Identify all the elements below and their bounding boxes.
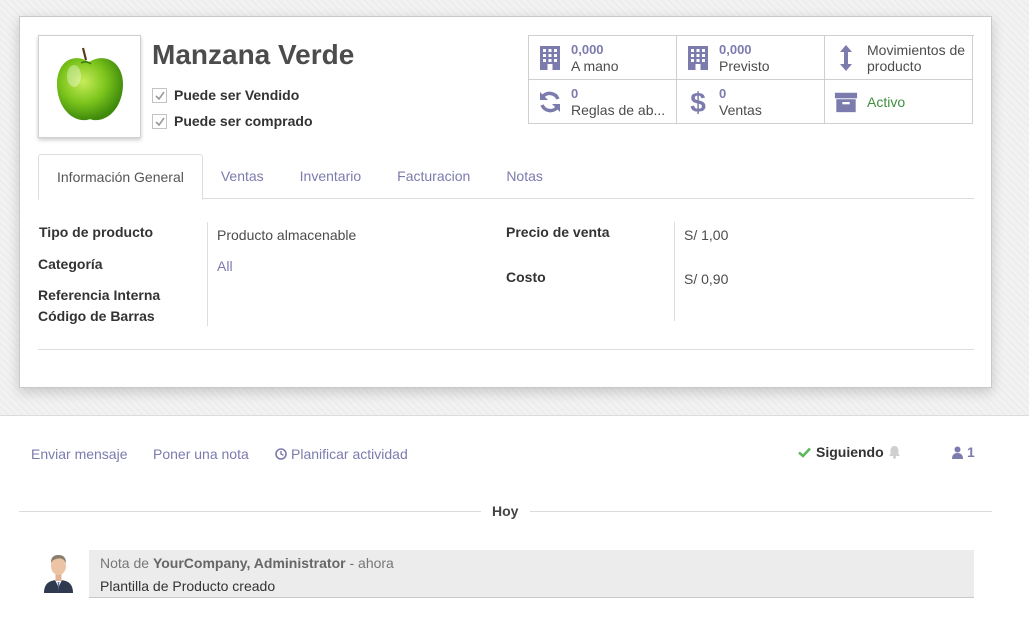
sheet-divider [38, 349, 974, 350]
can-be-purchased-checkbox[interactable] [152, 113, 167, 129]
following-label: Siguiendo [816, 444, 884, 460]
tab-invoicing[interactable]: Facturacion [379, 154, 488, 199]
archive-icon [834, 88, 858, 116]
checkmark-icon [155, 117, 165, 126]
sales-value: 0 [719, 85, 727, 101]
active-toggle-button[interactable]: Activo [825, 80, 973, 124]
on-hand-value: 0,000 [571, 41, 604, 57]
can-be-sold-label: Puede ser Vendido [174, 87, 300, 103]
followers-count: 1 [967, 444, 975, 460]
date-separator-label: Hoy [492, 503, 519, 519]
message-meta: Nota de YourCompany, Administrator - aho… [100, 555, 394, 571]
sale-price-field[interactable]: S/ 1,00 [684, 227, 728, 243]
product-image[interactable] [38, 35, 141, 138]
product-name[interactable]: Manzana Verde [152, 39, 354, 71]
reordering-rules-label: Reglas de ab... [571, 101, 666, 118]
bell-icon[interactable] [888, 445, 901, 459]
field-separator [207, 222, 208, 326]
can-be-purchased-row[interactable]: Puede ser comprado [152, 113, 313, 129]
date-separator-line [530, 511, 992, 512]
field-separator [674, 222, 675, 321]
notebook-tabs: Información General Ventas Inventario Fa… [38, 154, 974, 200]
cost-label: Costo [506, 269, 546, 285]
smart-button-box: 0,000 A mano 0,000 Previsto Movimientos … [528, 35, 974, 124]
product-type-field[interactable]: Producto almacenable [217, 227, 356, 243]
updown-arrow-icon [834, 44, 858, 72]
author-avatar[interactable] [40, 551, 77, 593]
checkmark-icon [155, 91, 165, 100]
building-icon [686, 44, 710, 72]
on-hand-button[interactable]: 0,000 A mano [529, 36, 677, 80]
tab-sales[interactable]: Ventas [203, 154, 282, 199]
message-prefix: Nota de [100, 555, 150, 571]
can-be-sold-row[interactable]: Puede ser Vendido [152, 87, 299, 103]
followers-button[interactable]: 1 [952, 444, 975, 460]
follow-button[interactable]: Siguiendo [798, 444, 901, 460]
chatter-message: Nota de YourCompany, Administrator - aho… [89, 550, 974, 598]
product-moves-button[interactable]: Movimientos de producto [825, 36, 973, 80]
cost-field[interactable]: S/ 0,90 [684, 271, 728, 287]
date-separator-line [19, 511, 481, 512]
schedule-activity-label: Planificar actividad [291, 446, 408, 462]
product-moves-label-1: Movimientos de [867, 41, 966, 58]
forecasted-label: Previsto [719, 57, 770, 74]
tab-general-info[interactable]: Información General [38, 154, 203, 200]
forecasted-button[interactable]: 0,000 Previsto [677, 36, 825, 80]
internal-reference-label: Referencia Interna [38, 287, 161, 303]
svg-text:$: $ [690, 88, 706, 116]
green-apple-image [57, 47, 123, 121]
log-note-button[interactable]: Poner una nota [153, 446, 249, 462]
sale-price-label: Precio de venta [506, 224, 610, 240]
forecasted-value: 0,000 [719, 41, 752, 57]
dollar-icon: $ [686, 88, 710, 116]
active-label: Activo [867, 93, 906, 110]
reordering-rules-value: 0 [571, 85, 579, 101]
building-icon [538, 44, 562, 72]
check-icon [798, 447, 811, 458]
product-moves-label-2: producto [867, 57, 922, 74]
barcode-label: Código de Barras [38, 308, 155, 324]
can-be-purchased-label: Puede ser comprado [174, 113, 313, 129]
send-message-button[interactable]: Enviar mensaje [31, 446, 128, 462]
user-icon [952, 446, 963, 459]
refresh-icon [538, 88, 562, 116]
tab-inventory[interactable]: Inventario [282, 154, 379, 199]
on-hand-label: A mano [571, 57, 619, 74]
reordering-rules-button[interactable]: 0 Reglas de ab... [529, 80, 677, 124]
sales-button[interactable]: $ 0 Ventas [677, 80, 825, 124]
schedule-activity-button[interactable]: Planificar actividad [275, 446, 408, 462]
can-be-sold-checkbox[interactable] [152, 87, 167, 103]
message-body: Plantilla de Producto creado [100, 578, 276, 594]
product-type-label: Tipo de producto [39, 224, 154, 240]
tab-notes[interactable]: Notas [488, 154, 561, 199]
sales-label: Ventas [719, 101, 762, 118]
category-field[interactable]: All [217, 258, 233, 274]
message-time: - ahora [349, 555, 394, 571]
message-author[interactable]: YourCompany, Administrator [153, 555, 346, 571]
category-label: Categoría [38, 256, 103, 272]
product-form-sheet: Manzana Verde Puede ser Vendido Puede se… [19, 16, 992, 388]
clock-icon [275, 448, 287, 460]
